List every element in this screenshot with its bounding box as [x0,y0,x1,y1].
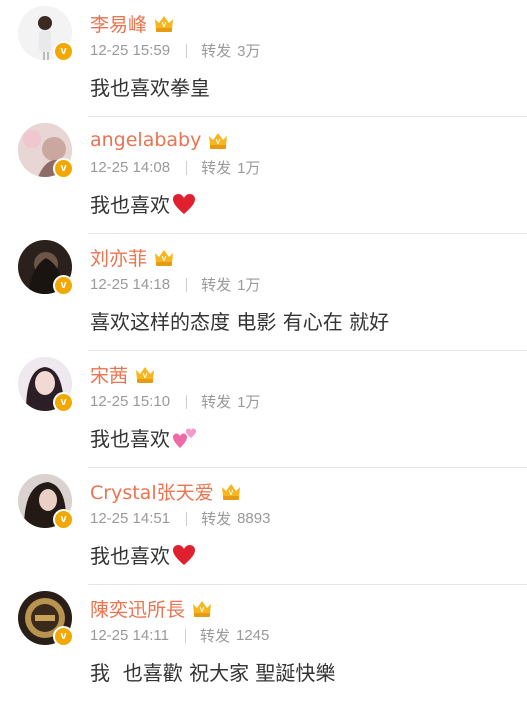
crown-vip-icon[interactable]: V [153,247,175,267]
comment-item: v 李易峰 V 12-25 15:59 转发 3万 我也喜欢拳皇 [0,0,527,117]
verified-badge-icon: v [53,41,74,62]
comment-feed: v 李易峰 V 12-25 15:59 转发 3万 我也喜欢拳皇 v angel… [0,0,527,691]
meta-divider [186,160,188,175]
comment-item: v Crystal张天爱 V 12-25 14:51 转发 8893 我也喜欢 [0,468,527,585]
meta-divider [186,394,188,409]
svg-text:V: V [162,256,167,263]
crown-vip-icon[interactable]: V [191,598,213,618]
comment-text: 我也喜欢拳皇 [90,76,210,100]
repost-label[interactable]: 转发 [200,625,230,646]
repost-count: 8893 [237,510,271,527]
avatar[interactable]: v [18,357,74,413]
repost-label[interactable]: 转发 [201,391,231,412]
comment-time: 12-25 14:08 [90,159,171,176]
red-heart-icon [173,544,195,565]
meta-divider [186,511,188,526]
crown-vip-icon[interactable]: V [153,13,175,33]
meta-divider [186,277,188,292]
pink-hearts-icon [173,428,196,448]
comment-text: 我 也喜歡 祝大家 聖誕快樂 [90,661,336,685]
comment-time: 12-25 14:18 [90,276,171,293]
comment-text-row: 我 也喜歡 祝大家 聖誕快樂 [90,657,335,686]
comment-item: v 刘亦菲 V 12-25 14:18 转发 1万 喜欢这样的态度 电影 有心在… [0,234,527,351]
comment-time: 12-25 15:59 [90,42,171,59]
user-name[interactable]: angelababy [90,129,201,151]
avatar[interactable]: v [18,6,74,62]
comment-text-row: 喜欢这样的态度 电影 有心在 就好 [90,306,389,335]
comment-item: v angelababy V 12-25 14:08 转发 1万 我也喜欢 [0,117,527,234]
svg-text:V: V [162,22,167,29]
user-name[interactable]: 刘亦菲 [90,244,147,271]
repost-label[interactable]: 转发 [201,157,231,178]
comment-time: 12-25 14:51 [90,510,171,527]
avatar[interactable]: v [18,474,74,530]
verified-badge-icon: v [53,158,74,179]
avatar[interactable]: v [18,591,74,647]
comment-text: 我也喜欢 [90,193,170,217]
crown-vip-icon[interactable]: V [134,364,156,384]
comment-text-row: 我也喜欢 [90,540,196,569]
repost-label[interactable]: 转发 [201,508,231,529]
comment-text-row: 我也喜欢拳皇 [90,72,210,101]
user-name[interactable]: 李易峰 [90,10,147,37]
user-name[interactable]: Crystal张天爱 [90,478,214,505]
repost-count: 3万 [237,43,261,60]
meta-divider [184,628,186,643]
comment-text-row: 我也喜欢 [90,189,196,218]
repost-label[interactable]: 转发 [201,40,231,61]
comment-text: 喜欢这样的态度 电影 有心在 就好 [90,310,390,334]
comment-text-row: 我也喜欢 [90,423,198,452]
avatar[interactable]: v [18,123,74,179]
comment-text: 我也喜欢 [90,544,170,568]
comment-time: 12-25 14:11 [90,627,169,644]
comment-item: v 宋茜 V 12-25 15:10 转发 1万 我也喜欢 [0,351,527,468]
avatar[interactable]: v [18,240,74,296]
user-name[interactable]: 陳奕迅所長 [90,595,185,622]
meta-divider [186,43,188,58]
repost-count: 1245 [235,627,270,644]
comment-text: 我也喜欢 [90,427,170,451]
verified-badge-icon: v [53,626,74,647]
repost-count: 1万 [237,160,261,177]
svg-text:V: V [143,373,148,380]
verified-badge-icon: v [53,392,74,413]
comment-item: v 陳奕迅所長 V 12-25 14:11 转发 1245 我 也喜歡 祝大家 … [0,585,527,702]
repost-count: 1万 [237,277,261,294]
user-name[interactable]: 宋茜 [90,361,128,388]
repost-label[interactable]: 转发 [201,274,231,295]
verified-badge-icon: v [53,509,74,530]
svg-text:V: V [200,607,205,614]
svg-text:V: V [228,490,233,497]
crown-vip-icon[interactable]: V [207,130,229,150]
verified-badge-icon: v [53,275,74,296]
red-heart-icon [173,193,195,214]
svg-text:V: V [216,139,221,146]
repost-count: 1万 [237,394,261,411]
comment-time: 12-25 15:10 [90,393,171,410]
crown-vip-icon[interactable]: V [220,481,242,501]
